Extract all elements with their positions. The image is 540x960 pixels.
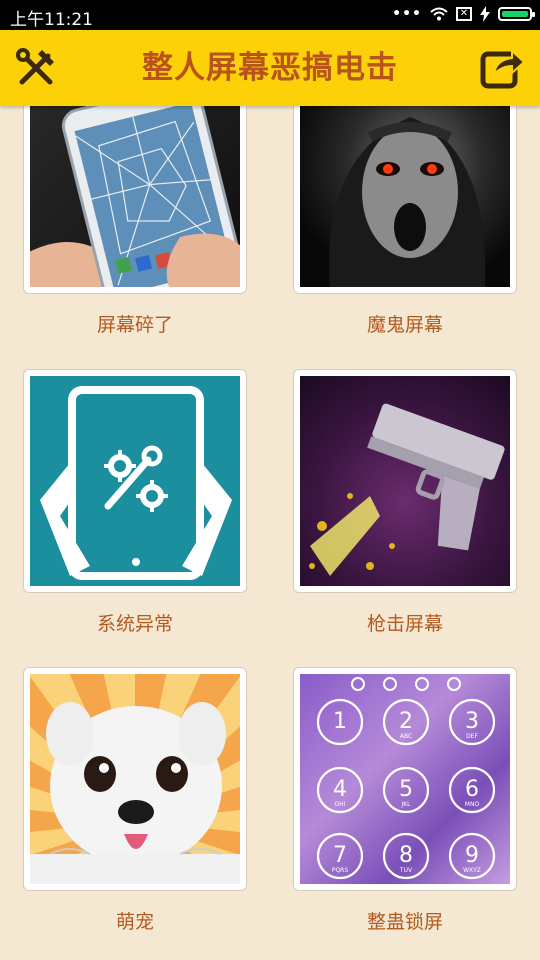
- system-error-thumbnail[interactable]: [23, 369, 247, 593]
- grid-item-gun-screen[interactable]: 枪击屏幕: [293, 369, 517, 636]
- status-time: 上午11:21: [10, 10, 93, 30]
- prank-lock-thumbnail[interactable]: 1 2 3 4 5 6 7 8 9 ABC DEF GHI JKL MNO PQ…: [293, 667, 517, 891]
- cute-pet-thumbnail[interactable]: [23, 667, 247, 891]
- keypad-letters: JKL: [400, 801, 411, 808]
- ghost-screen-image: [300, 106, 510, 287]
- broken-screen-thumbnail[interactable]: [23, 106, 247, 294]
- grid-item-system-error[interactable]: 系统异常: [23, 369, 247, 636]
- share-icon[interactable]: [480, 44, 526, 90]
- ghost-screen-thumbnail[interactable]: [293, 106, 517, 294]
- keypad-letters: TUV: [399, 867, 413, 874]
- charging-icon: [480, 6, 490, 22]
- keypad-digit: 1: [333, 709, 347, 734]
- no-sim-icon: ✕: [456, 7, 472, 21]
- system-error-image: [30, 376, 240, 586]
- more-notifications-icon: •••: [392, 6, 422, 22]
- keypad-digit: 8: [399, 843, 413, 868]
- broken-screen-image: [30, 106, 240, 287]
- grid-item-label: 枪击屏幕: [366, 613, 443, 635]
- keypad-letters: GHI: [335, 801, 346, 808]
- keypad-digit: 6: [465, 777, 479, 802]
- prank-lock-image: 1 2 3 4 5 6 7 8 9 ABC DEF GHI JKL MNO PQ…: [300, 674, 510, 884]
- status-bar: 上午11:21 ••• ✕: [0, 0, 540, 30]
- grid-item-ghost-screen[interactable]: 魔鬼屏幕: [293, 106, 517, 337]
- gun-screen-image: [300, 376, 510, 586]
- lock-keypad-icon: 1 2 3 4 5 6 7 8 9 ABC DEF GHI JKL MNO PQ…: [316, 677, 496, 880]
- grid-item-prank-lock[interactable]: 1 2 3 4 5 6 7 8 9 ABC DEF GHI JKL MNO PQ…: [293, 667, 517, 934]
- gun-screen-thumbnail[interactable]: [293, 369, 517, 593]
- keypad-digit: 3: [465, 709, 479, 734]
- keypad-letters: PQRS: [332, 867, 349, 874]
- app-title: 整人屏幕恶搞电击: [142, 50, 398, 86]
- grid-item-label: 系统异常: [96, 613, 173, 635]
- wifi-icon: [430, 7, 448, 21]
- keypad-digit: 5: [399, 777, 413, 802]
- app-bar: 整人屏幕恶搞电击: [0, 30, 540, 106]
- cute-pet-image: [30, 674, 240, 884]
- gun-icon: [309, 403, 505, 576]
- battery-icon: [498, 7, 535, 21]
- grid-item-cute-pet[interactable]: 萌宠: [23, 667, 247, 934]
- prank-grid: 屏幕碎了 魔鬼屏幕 系统异常 枪击屏幕 萌宠 1 2 3 4 5 6 7 8 9…: [0, 106, 540, 960]
- puppy-icon: [30, 702, 240, 884]
- keypad-digit: 7: [333, 843, 347, 868]
- keypad-letters: ABC: [400, 733, 412, 740]
- keypad-letters: DEF: [466, 733, 478, 740]
- grid-item-label: 屏幕碎了: [96, 314, 173, 336]
- keypad-digit: 9: [465, 843, 479, 868]
- grid-item-label: 整蛊锁屏: [366, 911, 443, 933]
- ghost-face-icon: [329, 117, 486, 287]
- grid-item-label: 魔鬼屏幕: [366, 314, 443, 336]
- tablet-settings-icon: [40, 386, 232, 580]
- cracked-phone-icon: [30, 106, 240, 287]
- status-icons: ••• ✕: [392, 6, 535, 22]
- keypad-letters: WXYZ: [463, 867, 481, 874]
- grid-item-broken-screen[interactable]: 屏幕碎了: [23, 106, 247, 337]
- grid-item-label: 萌宠: [115, 911, 154, 933]
- keypad-digit: 4: [333, 777, 347, 802]
- keypad-digit: 2: [399, 709, 413, 734]
- keypad-letters: MNO: [465, 801, 480, 808]
